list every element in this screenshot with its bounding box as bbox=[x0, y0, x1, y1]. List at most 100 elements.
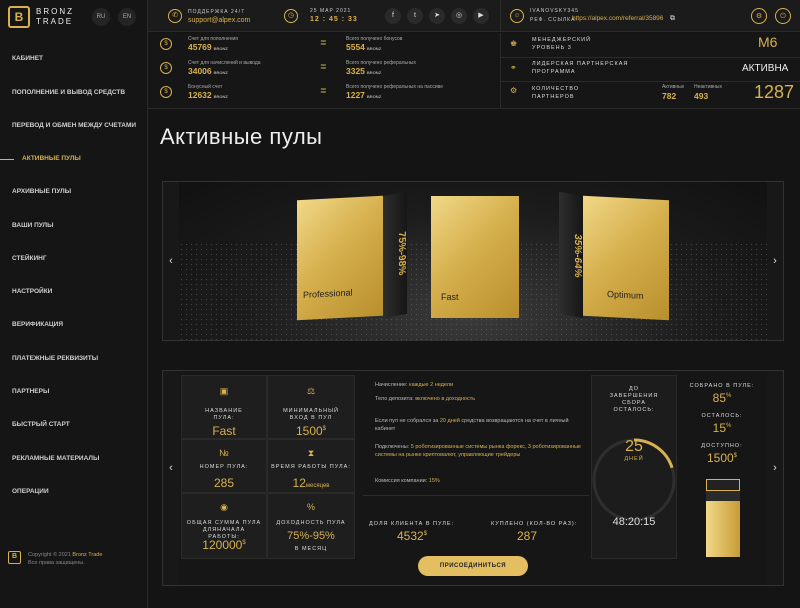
pool-number-cell: № НОМЕР ПУЛА: 285 bbox=[181, 439, 267, 493]
menu-item-cabinet[interactable]: КАБИНЕТ bbox=[0, 52, 148, 66]
sidebar: B BRONZ TRADE RU EN КАБИНЕТ ПОПОЛНЕНИЕ И… bbox=[0, 0, 148, 608]
countdown-time: 48:20:15 bbox=[612, 516, 656, 528]
client-share-value: 4532$ bbox=[397, 529, 428, 543]
pool-total-value: 120000$ bbox=[202, 538, 246, 552]
active-indicator bbox=[0, 159, 14, 160]
days-label: ДНЕЙ bbox=[624, 456, 644, 462]
scales-icon: ⚖ bbox=[306, 386, 316, 396]
not-filled-info: Если пул не собрался за 20 дней средства… bbox=[375, 418, 569, 432]
number-sign-icon: № bbox=[219, 448, 229, 458]
gear-icon[interactable]: ⚙ bbox=[751, 8, 767, 24]
partners-icon: ⚙ bbox=[510, 86, 518, 95]
countdown-cell: ДО ЗАВЕРШЕНИЯ СБОРА ОСТАЛОСЬ: 25 ДНЕЙ 48… bbox=[591, 375, 677, 559]
twitter-icon[interactable]: t bbox=[407, 8, 423, 24]
copyright-brand: Bronz Trade bbox=[72, 552, 103, 558]
copyright-line2: Все права защищены. bbox=[28, 560, 85, 566]
yield-value: 75%-95% bbox=[287, 530, 335, 542]
meter-cap bbox=[706, 479, 740, 491]
carousel-next-button[interactable]: › bbox=[767, 182, 783, 340]
menu-item-staking[interactable]: СТЕЙКИНГ bbox=[0, 252, 148, 266]
min-entry-cell: ⚖ МИНИМАЛЬНЫЙ ВХОД В ПУЛ 1500$ bbox=[267, 375, 355, 439]
coin-icon: $ bbox=[160, 62, 172, 74]
logo-small-icon: B bbox=[8, 551, 21, 564]
menu-item-transfer[interactable]: ПЕРЕВОД И ОБМЕН МЕЖДУ СЧЕТАМИ bbox=[0, 119, 148, 133]
menu-item-operations[interactable]: ОПЕРАЦИИ bbox=[0, 485, 148, 499]
remaining-label: ОСТАЛОСЬ: bbox=[701, 413, 743, 419]
box-professional[interactable]: Professional bbox=[297, 195, 383, 321]
menu-item-ad-materials[interactable]: РЕКЛАМНЫЕ МАТЕРИАЛЫ bbox=[0, 452, 148, 466]
partners-total: 1287 bbox=[754, 82, 795, 102]
menu-item-payment-details[interactable]: ПЛАТЕЖНЫЕ РЕКВИЗИТЫ bbox=[0, 352, 148, 366]
pool-name-cell: ▣ НАЗВАНИЕ ПУЛА: Fast bbox=[181, 375, 267, 439]
collected-value: 85% bbox=[712, 391, 732, 405]
box-fast-label: Fast bbox=[441, 292, 459, 302]
countdown-label: ДО ЗАВЕРШЕНИЯ СБОРА ОСТАЛОСЬ: bbox=[609, 386, 659, 413]
power-icon[interactable]: ⏻ bbox=[775, 8, 791, 24]
lang-ru-button[interactable]: RU bbox=[92, 8, 110, 26]
box-fast[interactable]: Fast bbox=[431, 196, 519, 318]
support-email-link[interactable]: support@alpex.com bbox=[188, 17, 250, 24]
total-passive-value: 1227 BRONZ bbox=[346, 90, 382, 100]
instagram-icon[interactable]: ◎ bbox=[451, 8, 467, 24]
bought-label: КУПЛЕНО (КОЛ-ВО РАЗ): bbox=[491, 521, 578, 527]
text-divider bbox=[363, 495, 589, 496]
menu-item-deposit-withdraw[interactable]: ПОПОЛНЕНИЕ И ВЫВОД СРЕДСТВ bbox=[0, 86, 148, 100]
pool-number-label: НОМЕР ПУЛА: bbox=[199, 464, 249, 470]
percent-icon: % bbox=[306, 502, 315, 512]
runtime-cell: ⧗ ВРЕМЯ РАБОТЫ ПУЛА: 12месяцев bbox=[267, 439, 355, 493]
min-entry-value: 1500$ bbox=[295, 424, 327, 438]
youtube-icon[interactable]: ▶ bbox=[473, 8, 489, 24]
pool-carousel: ‹ Professional 75%-98% Fast 35%-64% Opti… bbox=[162, 181, 784, 341]
menu-item-your-pools[interactable]: ВАШИ ПУЛЫ bbox=[0, 219, 148, 233]
deposit-value: 45769 BRONZ bbox=[188, 42, 228, 52]
menu-item-verification[interactable]: ВЕРИФИКАЦИЯ bbox=[0, 318, 148, 332]
remaining-value: 15% bbox=[712, 421, 732, 435]
min-entry-label: МИНИМАЛЬНЫЙ ВХОД В ПУЛ bbox=[283, 408, 339, 421]
support-icon: ✆ bbox=[168, 9, 182, 23]
box-optimum-side: 35%-64% bbox=[559, 191, 583, 319]
stats-bar: $ Счет для пополнения 45769 BRONZ $ Счет … bbox=[148, 33, 800, 109]
stats-divider bbox=[500, 33, 501, 109]
bonus-value: 12632 BRONZ bbox=[188, 90, 228, 100]
telegram-icon[interactable]: ➤ bbox=[429, 8, 445, 24]
join-button[interactable]: ПРИСОЕДИНИТЬСЯ bbox=[418, 556, 528, 576]
connected-info: Подключены: 5 роботизированные системы р… bbox=[375, 444, 581, 458]
ref-link[interactable]: https://alpex.com/referral/35896 bbox=[572, 15, 663, 22]
menu-item-quick-start[interactable]: БЫСТРЫЙ СТАРТ bbox=[0, 418, 148, 432]
copy-icon[interactable]: ⧉ bbox=[670, 15, 675, 23]
pool-total-cell: ◉ ОБЩАЯ СУММА ПУЛА ДЛЯНАЧАЛА РАБОТЫ: 120… bbox=[181, 493, 267, 559]
menu-item-settings[interactable]: НАСТРОЙКИ bbox=[0, 285, 148, 299]
lang-en-button[interactable]: EN bbox=[118, 8, 136, 26]
inactive-partners-label: Неактивных bbox=[694, 84, 723, 90]
wallet-icon: $ bbox=[160, 38, 172, 50]
menu-item-partners[interactable]: ПАРТНЕРЫ bbox=[0, 385, 148, 399]
carousel-stage: Professional 75%-98% Fast 35%-64% Optimu… bbox=[179, 182, 767, 340]
hourglass-icon: ⧗ bbox=[307, 448, 315, 458]
accrual-info: Начисление: каждые 2 недели bbox=[375, 382, 454, 388]
box-icon: ▣ bbox=[219, 386, 229, 396]
client-share-label: ДОЛЯ КЛИЕНТА В ПУЛЕ: bbox=[369, 521, 455, 527]
panel-next-button[interactable]: › bbox=[767, 371, 783, 585]
box-professional-side: 75%-98% bbox=[383, 191, 407, 319]
total-ref-value: 3325 BRONZ bbox=[346, 66, 382, 76]
box-optimum-label: Optimum bbox=[607, 289, 644, 301]
coins-stack-icon: ≣ bbox=[320, 38, 327, 47]
menu-item-archive-pools[interactable]: АРХИВНЫЕ ПУЛЫ bbox=[0, 185, 148, 199]
partners-label: КОЛИЧЕСТВО ПАРТНЕРОВ bbox=[532, 86, 580, 100]
days-value: 25 bbox=[625, 438, 643, 455]
logo[interactable]: B BRONZ TRADE RU EN bbox=[8, 6, 144, 30]
carousel-prev-button[interactable]: ‹ bbox=[163, 182, 179, 340]
pool-number-value: 285 bbox=[213, 476, 235, 490]
leader-label: ЛИДЕРСКАЯ ПАРТНЕРСКАЯ ПРОГРАММА bbox=[532, 61, 629, 75]
pool-info-panel: ‹ › ▣ НАЗВАНИЕ ПУЛА: Fast ⚖ МИНИМАЛЬНЫЙ … bbox=[162, 370, 784, 586]
facebook-icon[interactable]: f bbox=[385, 8, 401, 24]
coins-stack-icon: ≣ bbox=[320, 86, 327, 95]
top-header: ✆ ПОДДЕРЖКА 24/7 support@alpex.com ◷ 25 … bbox=[148, 0, 800, 32]
panel-prev-button[interactable]: ‹ bbox=[163, 371, 179, 585]
coins-icon: ◉ bbox=[220, 502, 228, 512]
runtime-label: ВРЕМЯ РАБОТЫ ПУЛА: bbox=[271, 464, 351, 470]
manager-label: МЕНЕДЖЕРСКИЙ УРОВЕНЬ 3 bbox=[532, 37, 592, 51]
support-label: ПОДДЕРЖКА 24/7 bbox=[188, 9, 245, 15]
menu-item-active-pools[interactable]: АКТИВНЫЕ ПУЛЫ bbox=[0, 152, 148, 166]
box-optimum[interactable]: Optimum bbox=[583, 195, 669, 321]
